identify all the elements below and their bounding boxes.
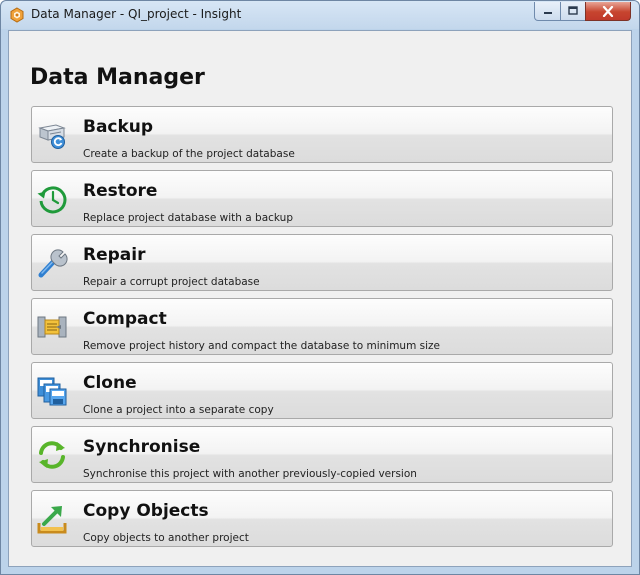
- wrench-icon: [38, 249, 68, 278]
- restore-icon: [37, 186, 67, 214]
- page-title: Data Manager: [30, 65, 205, 90]
- close-button[interactable]: [585, 2, 631, 21]
- minimize-button[interactable]: [534, 2, 561, 21]
- repair-label: Repair: [83, 245, 146, 265]
- clone-label: Clone: [83, 373, 137, 393]
- close-icon: [602, 5, 614, 17]
- synchronise-button[interactable]: Synchronise Synchronise this project wit…: [31, 426, 613, 483]
- restore-label: Restore: [83, 181, 158, 201]
- maximize-button[interactable]: [560, 2, 586, 21]
- maximize-icon: [568, 6, 578, 15]
- copy-objects-button[interactable]: Copy Objects Copy objects to another pro…: [31, 490, 613, 547]
- title-bar[interactable]: Data Manager - QI_project - Insight: [1, 1, 639, 29]
- copy-objects-icon: [37, 506, 67, 534]
- restore-description: Replace project database with a backup: [83, 212, 294, 224]
- restore-button[interactable]: Restore Replace project database with a …: [31, 170, 613, 227]
- repair-button[interactable]: Repair Repair a corrupt project database: [31, 234, 613, 291]
- compact-description: Remove project history and compact the d…: [83, 340, 441, 352]
- backup-button[interactable]: Backup Create a backup of the project da…: [31, 106, 613, 163]
- dialog-content: Data Manager Backup Create a backup of t…: [8, 30, 632, 567]
- clone-icon: [37, 377, 67, 406]
- app-icon: [10, 7, 24, 23]
- data-manager-window: Data Manager - QI_project - Insight Data…: [0, 0, 640, 575]
- synchronise-label: Synchronise: [83, 437, 201, 457]
- backup-description: Create a backup of the project database: [83, 148, 295, 160]
- minimize-icon: [543, 12, 552, 14]
- copy-objects-description: Copy objects to another project: [83, 532, 249, 544]
- window-title: Data Manager - QI_project - Insight: [31, 7, 242, 21]
- clone-button[interactable]: Clone Clone a project into a separate co…: [31, 362, 613, 419]
- backup-icon: [38, 124, 66, 149]
- compact-icon: [37, 316, 67, 338]
- backup-label: Backup: [83, 117, 154, 137]
- sync-icon: [39, 441, 65, 469]
- synchronise-description: Synchronise this project with another pr…: [83, 468, 417, 480]
- compact-button[interactable]: Compact Remove project history and compa…: [31, 298, 613, 355]
- repair-description: Repair a corrupt project database: [83, 276, 260, 288]
- compact-label: Compact: [83, 309, 167, 329]
- clone-description: Clone a project into a separate copy: [83, 404, 274, 416]
- copy-objects-label: Copy Objects: [83, 501, 209, 521]
